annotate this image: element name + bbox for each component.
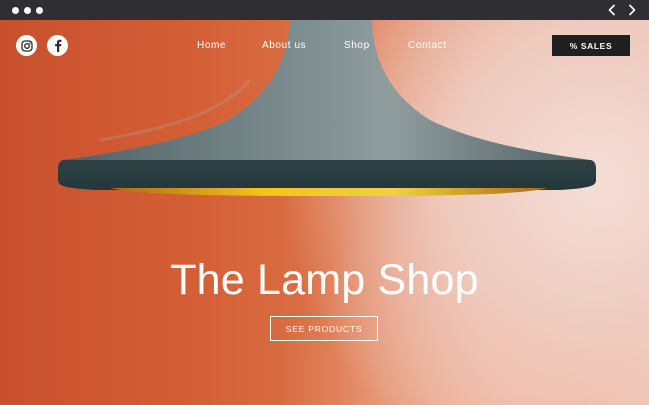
nav-home[interactable]: Home (197, 40, 226, 51)
hero-section: Home About us Shop Contact % SALES The L… (0, 20, 649, 405)
chevron-right-icon[interactable] (627, 4, 637, 16)
page-title: The Lamp Shop (170, 256, 479, 304)
sales-button[interactable]: % SALES (552, 35, 630, 56)
window-dot[interactable] (24, 6, 31, 14)
browser-nav (607, 4, 637, 16)
window-dot[interactable] (36, 6, 43, 14)
nav-contact[interactable]: Contact (408, 40, 447, 51)
nav-about-us[interactable]: About us (262, 40, 306, 51)
window-dot[interactable] (12, 6, 19, 14)
window-controls (12, 6, 43, 14)
chevron-left-icon[interactable] (607, 4, 617, 16)
nav-shop[interactable]: Shop (344, 40, 370, 51)
see-products-button[interactable]: SEE PRODUCTS (270, 316, 378, 341)
browser-toolbar (0, 0, 649, 20)
